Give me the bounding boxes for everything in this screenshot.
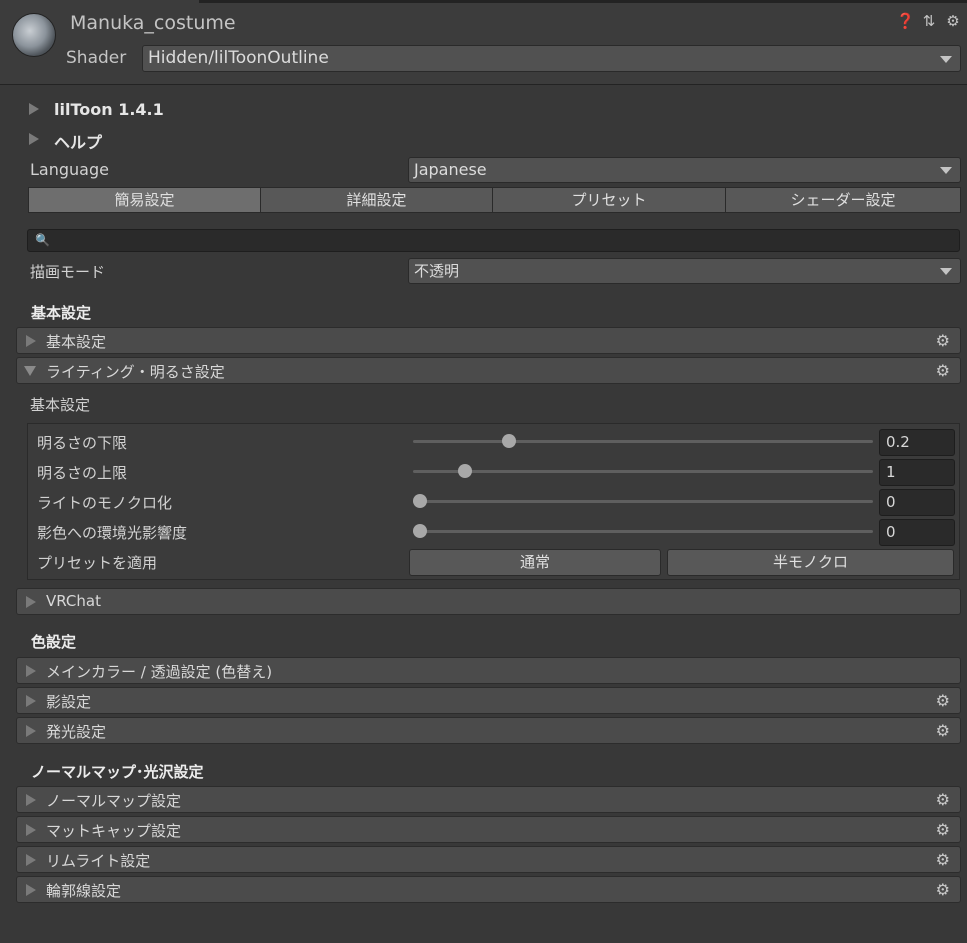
foldout-emission[interactable]: 発光設定 ⚙: [16, 717, 961, 744]
foldout-label: リムライト設定: [46, 852, 151, 870]
foldout-arrow-icon: [26, 824, 36, 836]
tab-simple[interactable]: 簡易設定: [28, 187, 261, 213]
material-title: Manuka_costume: [70, 12, 236, 34]
gear-icon[interactable]: ⚙: [936, 361, 950, 380]
section-title-normal: ノーマルマップ･光沢設定: [31, 763, 204, 781]
section-title-color: 色設定: [31, 633, 77, 651]
slider-thumb[interactable]: [457, 464, 472, 478]
search-icon: 🔍: [35, 233, 50, 247]
gear-icon[interactable]: ⚙: [936, 721, 950, 740]
foldout-basic[interactable]: 基本設定 ⚙: [16, 327, 961, 354]
foldout-label: 輪郭線設定: [46, 882, 122, 900]
render-mode-label: 描画モード: [30, 263, 106, 281]
foldout-lighting[interactable]: ライティング・明るさ設定 ⚙: [16, 357, 961, 384]
foldout-outline[interactable]: 輪郭線設定 ⚙: [16, 876, 961, 903]
foldout-label: メインカラー / 透過設定 (色替え): [46, 663, 273, 681]
foldout-label: ノーマルマップ設定: [46, 792, 182, 810]
preset-normal-button[interactable]: 通常: [409, 549, 661, 576]
help-foldout[interactable]: ヘルプ: [54, 129, 102, 153]
shader-value: Hidden/lilToonOutline: [148, 48, 329, 68]
slider-label: 影色への環境光影響度: [37, 524, 188, 542]
slider-track[interactable]: [413, 524, 873, 538]
foldout-arrow-icon: [26, 695, 36, 707]
language-dropdown[interactable]: Japanese: [408, 157, 961, 183]
search-input[interactable]: [27, 229, 960, 252]
version-foldout[interactable]: lilToon 1.4.1: [54, 100, 164, 119]
top-divider: [199, 0, 967, 3]
preset-half-mono-button[interactable]: 半モノクロ: [667, 549, 954, 576]
render-mode-dropdown[interactable]: 不透明: [408, 258, 961, 284]
foldout-label: 発光設定: [46, 723, 107, 741]
preset-apply-label: プリセットを適用: [37, 554, 158, 572]
slider-label: ライトのモノクロ化: [37, 494, 173, 512]
foldout-rimlight[interactable]: リムライト設定 ⚙: [16, 846, 961, 873]
gear-icon[interactable]: ⚙: [936, 331, 950, 350]
tab-preset[interactable]: プリセット: [492, 187, 726, 213]
language-label: Language: [30, 160, 109, 179]
gear-icon[interactable]: ⚙: [936, 790, 950, 809]
tab-shader-settings[interactable]: シェーダー設定: [725, 187, 961, 213]
gear-icon[interactable]: ⚙: [936, 820, 950, 839]
render-mode-value: 不透明: [414, 262, 460, 280]
foldout-arrow-icon: [26, 794, 36, 806]
preset-icon[interactable]: ⇅: [920, 12, 938, 30]
settings-icon[interactable]: ⚙: [944, 12, 962, 30]
value-field[interactable]: 0.2: [879, 429, 955, 456]
slider-label: 明るさの下限: [37, 434, 128, 452]
foldout-arrow-icon: [26, 335, 36, 347]
foldout-label: VRChat: [46, 592, 101, 610]
material-preview-icon: [12, 13, 56, 57]
gear-icon[interactable]: ⚙: [936, 691, 950, 710]
help-icon[interactable]: ❓: [896, 12, 915, 30]
foldout-arrow-icon: [26, 854, 36, 866]
foldout-arrow-icon[interactable]: [29, 133, 39, 145]
foldout-main-color[interactable]: メインカラー / 透過設定 (色替え): [16, 657, 961, 684]
foldout-label: 基本設定: [46, 333, 107, 351]
foldout-matcap[interactable]: マットキャップ設定 ⚙: [16, 816, 961, 843]
slider-track[interactable]: [413, 494, 873, 508]
chevron-down-icon: [940, 268, 952, 275]
foldout-arrow-icon: [26, 596, 36, 608]
foldout-open-arrow-icon: [24, 366, 36, 376]
foldout-arrow-icon: [26, 725, 36, 737]
value-field[interactable]: 1: [879, 459, 955, 486]
shader-dropdown[interactable]: Hidden/lilToonOutline: [142, 45, 961, 72]
section-title-basic: 基本設定: [31, 304, 92, 322]
gear-icon[interactable]: ⚙: [936, 880, 950, 899]
slider-track[interactable]: [413, 434, 873, 448]
tab-advanced[interactable]: 詳細設定: [260, 187, 493, 213]
foldout-normal-map[interactable]: ノーマルマップ設定 ⚙: [16, 786, 961, 813]
shader-label: Shader: [66, 48, 127, 68]
foldout-label: マットキャップ設定: [46, 822, 182, 840]
slider-thumb[interactable]: [413, 494, 427, 508]
gear-icon[interactable]: ⚙: [936, 850, 950, 869]
slider-label: 明るさの上限: [37, 464, 128, 482]
lighting-subheader: 基本設定: [30, 396, 91, 414]
chevron-down-icon: [940, 167, 952, 174]
value-field[interactable]: 0: [879, 519, 955, 546]
chevron-down-icon: [940, 55, 952, 63]
value-field[interactable]: 0: [879, 489, 955, 516]
foldout-label: 影設定: [46, 693, 92, 711]
slider-track[interactable]: [413, 464, 873, 478]
foldout-arrow-icon[interactable]: [29, 103, 39, 115]
foldout-label: ライティング・明るさ設定: [46, 363, 225, 381]
slider-thumb[interactable]: [413, 524, 427, 538]
foldout-arrow-icon: [26, 665, 36, 677]
foldout-shadow[interactable]: 影設定 ⚙: [16, 687, 961, 714]
foldout-vrchat[interactable]: VRChat: [16, 588, 961, 615]
foldout-arrow-icon: [26, 884, 36, 896]
language-value: Japanese: [414, 160, 487, 179]
